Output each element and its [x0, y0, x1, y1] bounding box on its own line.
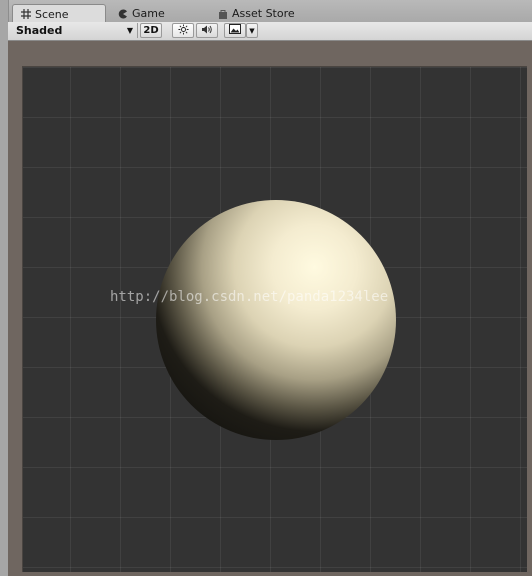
effects-toggle-button[interactable]: [224, 23, 246, 38]
sun-icon: [177, 23, 189, 38]
image-icon: [229, 24, 241, 37]
lighting-toggle-button[interactable]: [172, 23, 194, 38]
bag-icon: [218, 9, 228, 19]
chevron-down-icon: ▼: [249, 26, 255, 35]
audio-toggle-button[interactable]: [196, 23, 218, 38]
grid-icon: [21, 9, 31, 19]
effects-dropdown-button[interactable]: ▼: [246, 23, 258, 38]
watermark-text: http://blog.csdn.net/panda1234lee: [110, 289, 389, 305]
toggle-2d-button[interactable]: 2D: [140, 23, 162, 38]
tab-asset-store-label: Asset Store: [232, 7, 295, 20]
shading-mode-dropdown[interactable]: Shaded ▼: [12, 23, 138, 38]
pacman-icon: [118, 9, 128, 19]
scene-viewport[interactable]: [22, 66, 527, 572]
chevron-down-icon: ▼: [126, 26, 133, 35]
tab-game-label: Game: [132, 7, 165, 20]
tab-scene[interactable]: Scene: [12, 4, 106, 23]
tab-scene-label: Scene: [35, 7, 69, 21]
speaker-icon: [201, 24, 213, 38]
shading-mode-label: Shaded: [16, 24, 63, 37]
tab-game[interactable]: Game: [110, 5, 210, 22]
sphere-object[interactable]: [156, 200, 396, 440]
tab-bar: Scene Game Asset Store: [0, 0, 532, 23]
tab-asset-store[interactable]: Asset Store: [210, 5, 320, 22]
scene-toolbar: Shaded ▼ 2D ▼: [8, 22, 532, 41]
